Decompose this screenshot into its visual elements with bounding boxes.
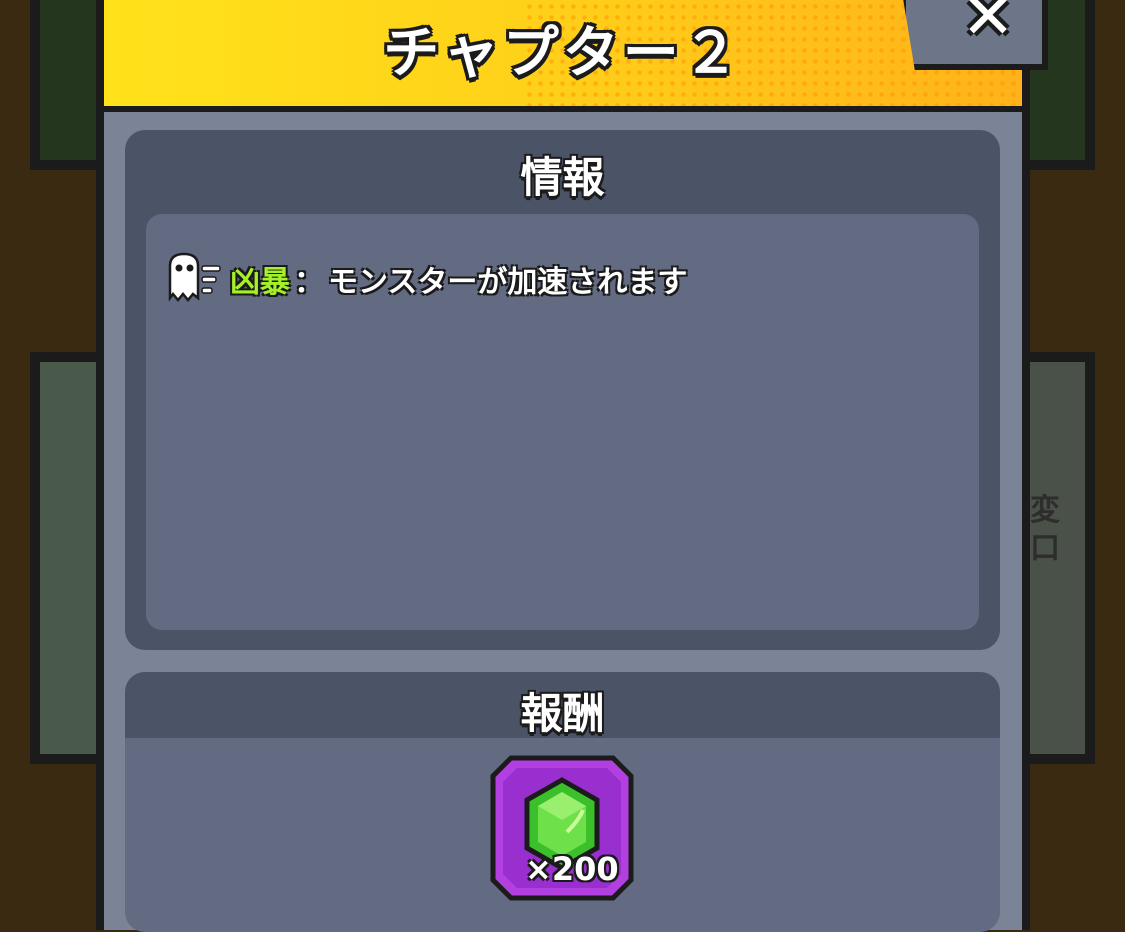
close-button[interactable]: ✕ [900, 0, 1048, 70]
reward-count: ×200 [525, 850, 619, 888]
info-box: 凶暴 ： モンスターが加速されます [146, 214, 979, 630]
dialog-header: チャプター２ [104, 0, 1022, 112]
modifier-tag: 凶暴 [230, 265, 290, 300]
modifier-description: モンスターが加速されます [328, 265, 688, 300]
info-heading: 情報 [520, 153, 605, 202]
modifier-separator: ： [294, 265, 324, 300]
chapter-dialog: チャプター２ ✕ 情報 凶暴 ： モンスターが加速されます 報酬 ×200 [96, 0, 1048, 932]
background-label: 変口 [1030, 493, 1060, 566]
ghost-speed-icon [168, 252, 221, 302]
reward-item-gems[interactable]: ×200 [489, 754, 635, 902]
reward-section: 報酬 ×200 [125, 672, 1000, 932]
info-section: 情報 凶暴 ： モンスターが加速されます [125, 130, 1000, 650]
dialog-title: チャプター２ [383, 21, 743, 86]
dialog-body: チャプター２ ✕ 情報 凶暴 ： モンスターが加速されます 報酬 ×200 [104, 0, 1048, 932]
reward-heading: 報酬 [520, 689, 605, 738]
modifier-line: 凶暴 ： モンスターが加速されます [164, 252, 687, 306]
close-icon[interactable]: ✕ [948, 0, 1028, 60]
